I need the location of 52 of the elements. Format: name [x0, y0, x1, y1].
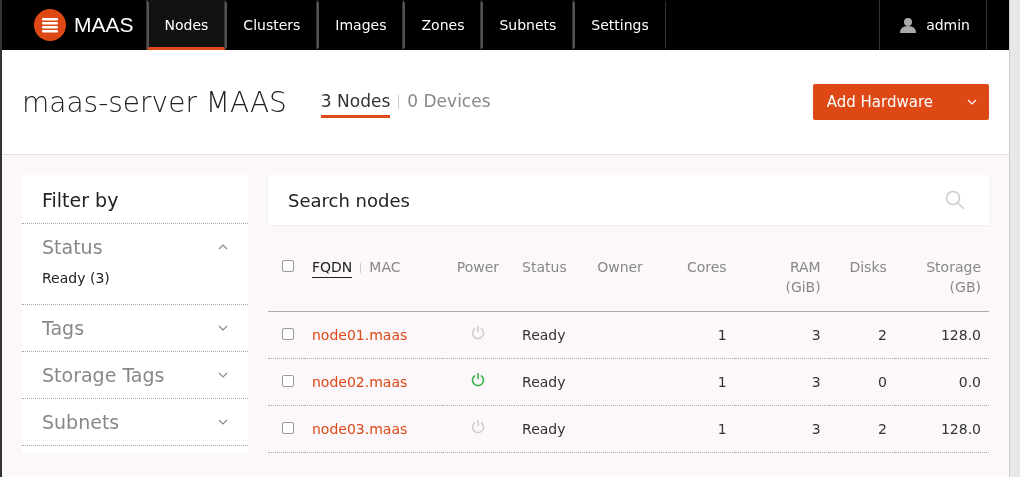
nav-tab[interactable]: Nodes [146, 0, 226, 50]
filter-group[interactable]: Subnets [42, 411, 120, 433]
chevron-icon[interactable] [218, 325, 228, 331]
add-hardware-button[interactable]: Add Hardware [812, 84, 989, 120]
column-header: Disks [849, 259, 887, 275]
column-header: Power [456, 259, 500, 275]
table-cell: 1 [717, 374, 727, 390]
search-field[interactable]: Search nodes [268, 175, 989, 225]
search-icon[interactable] [945, 190, 965, 210]
column-header: RAM (GiB) [784, 258, 821, 297]
chevron-icon[interactable] [218, 244, 228, 250]
table-cell: 128.0 [940, 421, 981, 437]
checkbox[interactable] [282, 328, 294, 340]
table-cell: 0.0 [958, 374, 981, 390]
filter-title: Filter by [22, 175, 248, 224]
user-icon [900, 17, 917, 33]
checkbox[interactable] [282, 375, 294, 387]
node-link[interactable]: node02.maas [312, 374, 408, 390]
filter-option[interactable]: Ready (3) [42, 270, 228, 286]
brand-name: MAAS [74, 13, 134, 37]
caret-icon[interactable] [967, 99, 977, 105]
filter-group[interactable]: Status [42, 236, 103, 258]
node-link[interactable]: node01.maas [312, 327, 408, 343]
table-cell: Ready [522, 374, 566, 390]
logo-icon [34, 9, 66, 41]
table-cell: 3 [811, 374, 821, 390]
sort-header[interactable]: FQDN [312, 257, 353, 278]
checkbox[interactable] [282, 422, 294, 434]
page-title: maas-server MAAS [22, 85, 287, 119]
table-cell: 2 [877, 421, 887, 437]
table-cell: Ready [522, 421, 566, 437]
table-cell: 3 [811, 421, 821, 437]
node-link[interactable]: node03.maas [312, 421, 408, 437]
table-cell: 2 [877, 327, 887, 343]
chevron-icon[interactable] [218, 419, 228, 425]
filter-group[interactable]: Storage Tags [42, 364, 165, 386]
table-cell: 128.0 [940, 327, 981, 343]
table-cell: 3 [811, 327, 821, 343]
header-tab[interactable]: 3 Nodes [320, 86, 391, 118]
filter-group[interactable]: Tags [42, 317, 85, 339]
scrollbar[interactable] [1009, 0, 1020, 477]
chevron-icon[interactable] [218, 372, 228, 378]
table-cell: 1 [717, 421, 727, 437]
column-header: Status [522, 259, 567, 275]
header-tab[interactable]: 0 Devices [407, 86, 491, 118]
column-header: Cores [686, 259, 727, 275]
column-header: Storage (GB) [925, 258, 981, 297]
column-header: Owner [597, 259, 643, 275]
checkbox[interactable] [282, 260, 294, 272]
table-cell: Ready [522, 327, 566, 343]
table-cell: 0 [877, 374, 887, 390]
table-cell: 1 [717, 327, 727, 343]
